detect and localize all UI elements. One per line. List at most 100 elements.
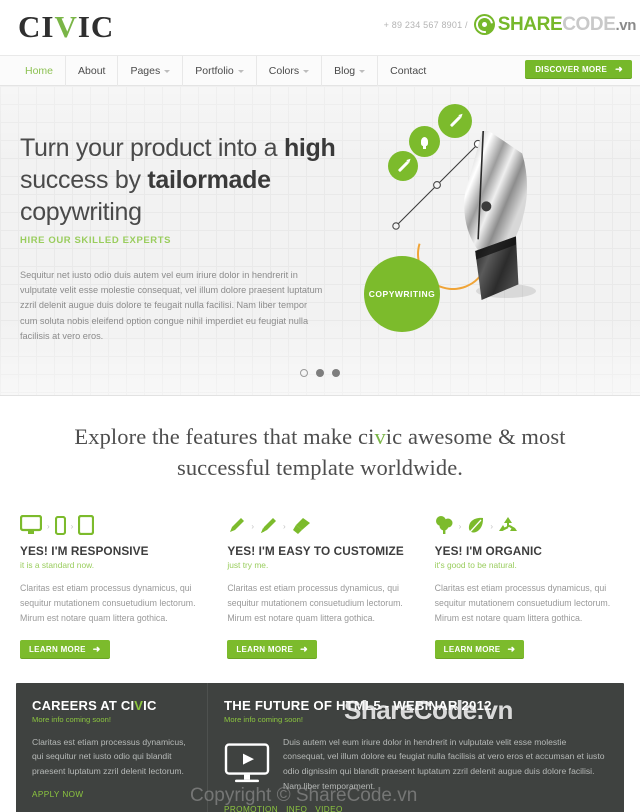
icon-separator: › (70, 522, 74, 532)
webinar-links: PROMOTION INFO VIDEO (224, 805, 608, 812)
feature-body: Claritas est etiam processus dynamicus, … (434, 583, 611, 624)
careers-title: CAREERS AT CIVIC (32, 698, 191, 713)
hero-slider: Turn your product into a high success by… (0, 86, 640, 396)
nav-label: Blog (334, 64, 356, 77)
sharecode-part3: .vn (615, 17, 637, 34)
feature-column-customize: › › YES! I'M EASY TO CUSTOMIZE just try … (227, 510, 412, 659)
feature-icons: › › (20, 510, 205, 536)
chevron-down-icon (303, 70, 310, 73)
webinar-subtitle: More info coming soon! (224, 714, 303, 724)
arrow-right-icon: ➜ (300, 643, 308, 654)
hero-copy: Turn your product into a high success by… (20, 132, 390, 344)
arrow-right-icon: ➜ (92, 643, 101, 654)
careers-title-accent: V (134, 697, 144, 713)
feature-icons: › › (435, 510, 620, 535)
slider-dot-2[interactable] (316, 369, 324, 377)
video-link[interactable]: VIDEO (315, 805, 342, 812)
hero-paragraph: Sequitur net iusto odio duis autem vel e… (20, 270, 323, 341)
webinar-title: THE FUTURE OF HTML5 - WEBINAR 2012 (224, 697, 492, 713)
tablet-icon (78, 515, 95, 536)
sharecode-wordmark: SHARECODE.vn (497, 14, 637, 35)
nav-label: Portfolio (195, 64, 234, 77)
feature-title: YES! I'M EASY TO CUSTOMIZE (227, 544, 404, 559)
features-columns: › › YES! I'M RESPONSIVE it is a standard… (16, 510, 624, 659)
hero-subtitle: HIRE OUR SKILLED EXPERTS (20, 235, 172, 246)
icon-separator: › (458, 522, 462, 532)
info-link[interactable]: INFO (286, 805, 307, 812)
features-heading: Explore the features that make civic awe… (16, 422, 624, 483)
fountain-pen-nib-icon (464, 131, 536, 300)
header-phone: + 89 234 567 8901 / (383, 19, 468, 30)
icon-separator: › (47, 522, 50, 532)
video-monitor-icon[interactable] (224, 735, 270, 794)
main-navigation: Home About Pages Portfolio Colors Blog C… (0, 55, 640, 86)
chevron-down-icon (164, 70, 171, 73)
logo-text-pre: CI (18, 9, 55, 44)
nav-item-pages[interactable]: Pages (118, 55, 184, 86)
nav-item-blog[interactable]: Blog (322, 55, 379, 86)
discover-more-button[interactable]: DISCOVER MORE ➜ (525, 60, 632, 79)
site-header: CIVIC + 89 234 567 8901 / SHARECODE.vn (0, 0, 640, 56)
feature-column-organic: › › YES! I'M ORGANIC it's good to be nat… (434, 510, 620, 659)
features-heading-a: Explore the features that make ci (74, 424, 375, 449)
feature-icons: › › (227, 510, 412, 535)
logo-text-accent: V (54, 9, 78, 44)
nav-label: Home (25, 64, 54, 77)
hero-headline: Turn your product into a high success by… (20, 132, 390, 228)
nav-label: Colors (268, 64, 300, 77)
hero-headline-bold2: tailormade (147, 166, 271, 194)
sharecode-logo[interactable]: SHARECODE.vn (473, 14, 637, 35)
paintbrush-icon (261, 518, 276, 534)
recycle-badge-icon (473, 14, 495, 35)
phone-icon (54, 516, 66, 536)
careers-body: Claritas est etiam processus dynamicus, … (32, 736, 186, 777)
learn-more-label: LEARN MORE (29, 644, 86, 654)
learn-more-label: LEARN MORE (443, 644, 501, 654)
learn-more-button[interactable]: LEARN MORE ➜ (227, 639, 317, 659)
brush-icon (292, 518, 310, 535)
webinar-content-row: Duis autem vel eum iriure dolor in hendr… (224, 735, 608, 794)
feature-title: YES! I'M RESPONSIVE (20, 544, 149, 559)
apply-now-link[interactable]: APPLY NOW (32, 790, 84, 799)
nav-item-portfolio[interactable]: Portfolio (183, 55, 257, 86)
slider-dot-3[interactable] (332, 369, 340, 377)
sharecode-part1: SHARE (497, 14, 563, 35)
promotion-link[interactable]: PROMOTION (224, 805, 278, 812)
chevron-down-icon (359, 70, 366, 73)
careers-title-a: CAREERS AT CI (32, 697, 135, 713)
careers-subtitle: More info coming soon! (32, 714, 111, 724)
learn-more-label: LEARN MORE (236, 644, 294, 654)
chevron-down-icon (237, 70, 244, 73)
hero-headline-part2: success by (20, 166, 148, 194)
nav-item-colors[interactable]: Colors (257, 55, 323, 86)
monitor-icon (20, 515, 42, 535)
nav-item-home[interactable]: Home (12, 55, 67, 86)
arrow-right-icon: ➜ (507, 643, 516, 654)
nav-item-contact[interactable]: Contact (378, 56, 438, 86)
slider-pagination (300, 369, 340, 377)
logo-text-post: IC (77, 9, 115, 44)
learn-more-button[interactable]: LEARN MORE ➜ (434, 639, 525, 659)
feature-column-responsive: › › YES! I'M RESPONSIVE it is a standard… (20, 510, 205, 659)
site-logo[interactable]: CIVIC (18, 11, 114, 42)
leaf-icon (469, 518, 484, 533)
hero-headline-part3: copywriting (20, 198, 142, 226)
learn-more-button[interactable]: LEARN MORE ➜ (20, 639, 110, 659)
nav-label: About (78, 64, 106, 77)
hero-headline-bold1: high (283, 134, 336, 162)
nav-label: Contact (390, 64, 427, 77)
recycle-icon (499, 517, 517, 532)
header-right: + 89 234 567 8901 / SHARECODE.vn (384, 14, 636, 35)
nav-item-about[interactable]: About (66, 55, 119, 86)
icon-separator: › (283, 522, 286, 532)
feature-body: Claritas est etiam processus dynamicus, … (227, 583, 403, 624)
feature-subtitle: it is a standard now. (20, 560, 95, 571)
feature-subtitle: it's good to be natural. (434, 560, 517, 571)
features-section: Explore the features that make civic awe… (0, 396, 640, 659)
feature-title: YES! I'M ORGANIC (434, 544, 542, 559)
nav-label: Pages (130, 64, 161, 77)
slider-dot-1[interactable] (300, 369, 308, 377)
pencil-icon (230, 518, 245, 533)
promo-panel: CAREERS AT CIVIC More info coming soon! … (16, 682, 624, 812)
features-heading-line2: successful template worldwide. (176, 454, 464, 480)
